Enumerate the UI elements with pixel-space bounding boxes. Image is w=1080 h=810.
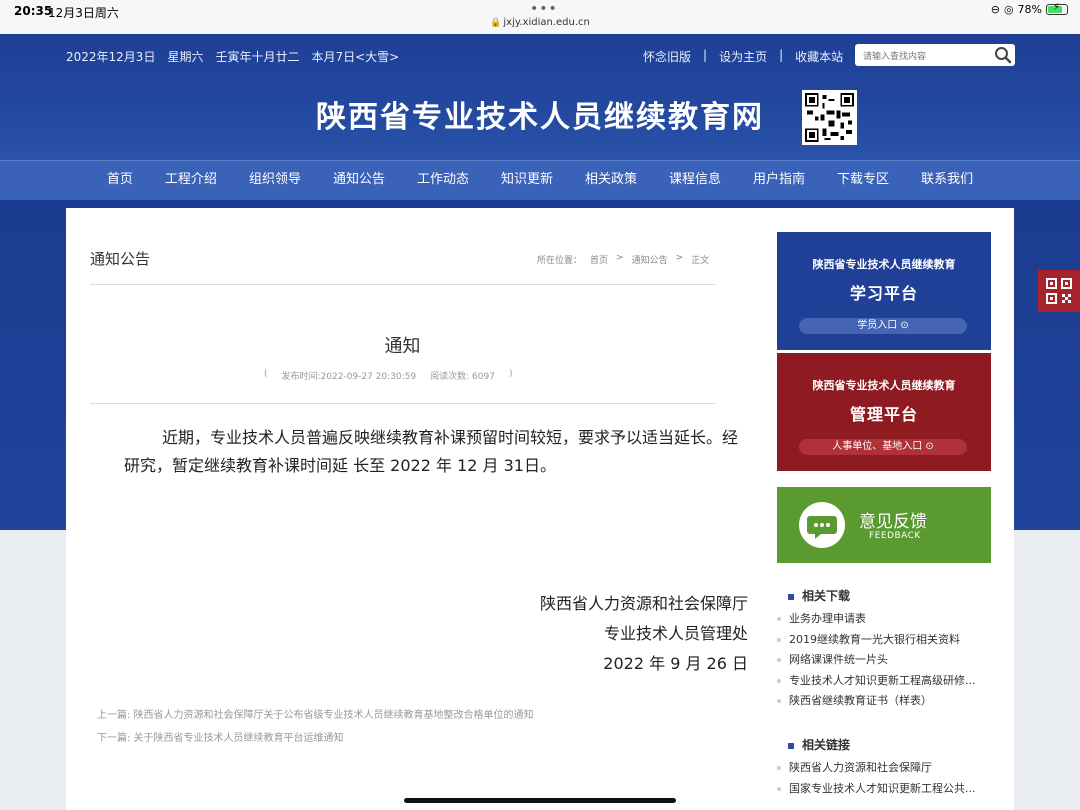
breadcrumb: 所在位置： 首页 > 通知公告 > 正文 xyxy=(537,253,709,266)
student-entry-button[interactable]: 学员入口 ⊙ xyxy=(799,318,967,334)
study-card-title: 学习平台 xyxy=(849,284,918,303)
manage-card-title: 管理平台 xyxy=(849,405,918,424)
breadcrumb-sep: > xyxy=(616,253,624,263)
url-text: jxjy.xidian.edu.cn xyxy=(503,17,590,28)
downloads-list: 业务办理申请表 2019继续教育一光大银行相关资料 网络课课件统一片头 专业技术… xyxy=(777,609,991,712)
publish-time: 发布时间:2022-09-27 20:30:59 xyxy=(281,372,417,382)
screen-time-icon: ◎ xyxy=(1003,3,1014,16)
status-time: 20:35 xyxy=(14,4,53,18)
qr-icon xyxy=(1046,278,1072,304)
download-item[interactable]: 专业技术人才知识更新工程高级研修... xyxy=(777,671,991,692)
article-meta: ( 发布时间:2022-09-27 20:30:59 阅读次数: 6097 ) xyxy=(264,369,512,382)
bookmark-link[interactable]: 收藏本站 xyxy=(795,48,843,65)
nav-notices[interactable]: 通知公告 xyxy=(317,161,401,200)
feedback-card[interactable]: 意见反馈 FEEDBACK xyxy=(777,487,991,563)
nav-work-news[interactable]: 工作动态 xyxy=(401,161,485,200)
search-icon[interactable] xyxy=(993,45,1013,65)
feedback-title: 意见反馈 xyxy=(859,512,927,532)
search-input[interactable] xyxy=(855,46,985,68)
download-item[interactable]: 网络课课件统一片头 xyxy=(777,650,991,671)
manage-card-subtitle: 陕西省专业技术人员继续教育 xyxy=(812,379,956,392)
download-item[interactable]: 陕西省继续教育证书（样表） xyxy=(777,691,991,712)
breadcrumb-current: 正文 xyxy=(691,256,710,266)
site-header: 2022年12月3日 星期六 壬寅年十月廿二 本月7日<大雪> 怀念旧版 | 设… xyxy=(0,34,1080,160)
more-dots-icon[interactable]: ••• xyxy=(530,1,558,17)
student-entry-label: 学员入口 xyxy=(857,320,898,331)
nav-knowledge-update[interactable]: 知识更新 xyxy=(485,161,569,200)
nav-user-guide[interactable]: 用户指南 xyxy=(737,161,821,200)
read-count: 阅读次数: 6097 xyxy=(430,372,495,382)
breadcrumb-label: 所在位置： xyxy=(537,256,583,266)
downloads-heading: 相关下载 xyxy=(788,587,850,604)
section-title: 通知公告 xyxy=(90,250,151,268)
search-box xyxy=(855,44,1015,68)
qr-code-icon xyxy=(802,90,857,145)
battery-icon: ⚡ xyxy=(1046,2,1068,15)
article-body: 近期，专业技术人员普遍反映继续教育补课预留时间较短，要求予以适当延长。经研究，暂… xyxy=(124,428,739,475)
date-info: 2022年12月3日 星期六 壬寅年十月廿二 本月7日<大雪> xyxy=(66,50,400,64)
nav-home[interactable]: 首页 xyxy=(91,161,149,200)
nav-downloads[interactable]: 下载专区 xyxy=(821,161,905,200)
link-separator: | xyxy=(703,48,708,62)
related-link-item[interactable]: 国家专业技术人才知识更新工程公共... xyxy=(777,779,991,800)
bullet-square-icon xyxy=(788,593,794,600)
links-heading: 相关链接 xyxy=(788,736,850,753)
study-platform-card[interactable]: 陕西省专业技术人员继续教育 学习平台 学员入口 ⊙ xyxy=(777,232,991,350)
battery-percent: 78% xyxy=(1017,3,1042,16)
breadcrumb-home[interactable]: 首页 xyxy=(590,253,608,266)
chat-bubble-icon xyxy=(799,502,845,548)
divider xyxy=(90,284,715,285)
link-separator: | xyxy=(779,48,784,62)
unit-entry-label: 人事单位、基地入口 xyxy=(832,441,923,452)
management-platform-card[interactable]: 陕西省专业技术人员继续教育 管理平台 人事单位、基地入口 ⊙ xyxy=(777,353,991,471)
meta-paren-close: ) xyxy=(508,369,513,379)
download-item[interactable]: 业务办理申请表 xyxy=(777,609,991,630)
set-homepage-link[interactable]: 设为主页 xyxy=(719,48,767,65)
nav-courses[interactable]: 课程信息 xyxy=(653,161,737,200)
content-panel: 通知公告 所在位置： 首页 > 通知公告 > 正文 通知 ( 发布时间:2022… xyxy=(66,208,1014,810)
site-title: 陕西省专业技术人员继续教育网 xyxy=(316,100,764,135)
nav-leadership[interactable]: 组织领导 xyxy=(233,161,317,200)
breadcrumb-notices[interactable]: 通知公告 xyxy=(632,253,668,266)
signature-office: 专业技术人员管理处 xyxy=(603,624,748,643)
status-bar: 20:35 12月3日周六 ••• 🔒 jxjy.xidian.edu.cn ⊖ … xyxy=(0,0,1080,34)
feedback-subtitle: FEEDBACK xyxy=(869,531,921,541)
main-nav: 首页 工程介绍 组织领导 通知公告 工作动态 知识更新 相关政策 课程信息 用户… xyxy=(0,160,1080,200)
related-link-item[interactable]: 陕西省人力资源和社会保障厅 xyxy=(777,758,991,779)
lock-icon: 🔒 xyxy=(490,18,502,28)
related-links-list: 陕西省人力资源和社会保障厅 国家专业技术人才知识更新工程公共... xyxy=(777,758,991,799)
next-article-link[interactable]: 下一篇: 关于陕西省专业技术人员继续教育平台运维通知 xyxy=(97,733,344,744)
prev-article-link[interactable]: 上一篇: 陕西省人力资源和社会保障厅关于公布省级专业技术人员继续教育基地整改合格… xyxy=(97,710,534,721)
status-indicators: ⊖ ◎ 78% ⚡ xyxy=(990,2,1068,16)
address-bar[interactable]: 🔒 jxjy.xidian.edu.cn xyxy=(0,17,1080,28)
divider xyxy=(90,403,715,404)
old-version-link[interactable]: 怀念旧版 xyxy=(643,48,691,65)
article-title: 通知 xyxy=(384,336,421,357)
link-icon: ⊖ xyxy=(990,3,1000,16)
study-card-subtitle: 陕西省专业技术人员继续教育 xyxy=(812,258,956,271)
nav-project-intro[interactable]: 工程介绍 xyxy=(149,161,233,200)
signature: 陕西省人力资源和社会保障厅 专业技术人员管理处 2022 年 9 月 26 日 xyxy=(540,589,748,679)
home-indicator[interactable] xyxy=(404,798,676,803)
prev-next: 上一篇: 陕西省人力资源和社会保障厅关于公布省级专业技术人员继续教育基地整改合格… xyxy=(97,704,534,750)
signature-date: 2022 年 9 月 26 日 xyxy=(603,654,748,673)
download-item[interactable]: 2019继续教育一光大银行相关资料 xyxy=(777,630,991,651)
floating-qr-button[interactable] xyxy=(1038,270,1080,312)
unit-entry-button[interactable]: 人事单位、基地入口 ⊙ xyxy=(799,439,967,455)
signature-dept: 陕西省人力资源和社会保障厅 xyxy=(539,594,748,613)
arrow-circle-icon: ⊙ xyxy=(925,441,934,452)
breadcrumb-sep: > xyxy=(675,253,684,263)
meta-paren-open: ( xyxy=(264,369,268,379)
nav-contact[interactable]: 联系我们 xyxy=(905,161,989,200)
arrow-circle-icon: ⊙ xyxy=(900,320,909,331)
nav-policies[interactable]: 相关政策 xyxy=(569,161,653,200)
header-links: 怀念旧版 | 设为主页 | 收藏本站 xyxy=(643,48,843,65)
bullet-square-icon xyxy=(788,742,794,749)
